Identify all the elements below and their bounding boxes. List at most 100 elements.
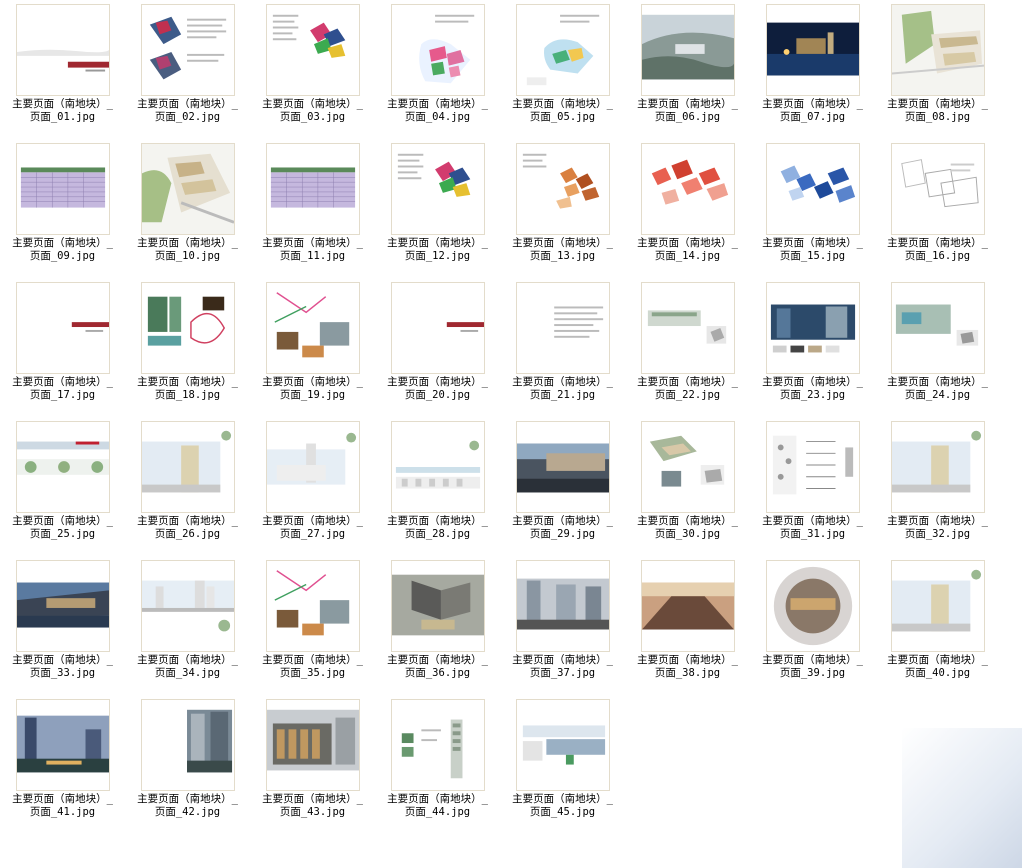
file-thumbnail[interactable]: [766, 4, 860, 96]
file-thumbnail[interactable]: [391, 4, 485, 96]
file-name-label[interactable]: 主要页面（南地块）_ 页面_37.jpg: [500, 654, 625, 679]
file-thumbnail[interactable]: [516, 421, 610, 513]
file-name-label[interactable]: 主要页面（南地块）_ 页面_44.jpg: [375, 793, 500, 818]
file-item[interactable]: 主要页面（南地块）_ 页面_37.jpg: [500, 556, 625, 695]
file-item[interactable]: 主要页面（南地块）_ 页面_31.jpg: [750, 417, 875, 556]
file-name-label[interactable]: 主要页面（南地块）_ 页面_45.jpg: [500, 793, 625, 818]
file-name-label[interactable]: 主要页面（南地块）_ 页面_30.jpg: [625, 515, 750, 540]
file-thumbnail[interactable]: [766, 560, 860, 652]
file-item[interactable]: 主要页面（南地块）_ 页面_16.jpg: [875, 139, 1000, 278]
file-thumbnail[interactable]: [266, 282, 360, 374]
file-item[interactable]: 主要页面（南地块）_ 页面_21.jpg: [500, 278, 625, 417]
file-thumbnail[interactable]: [141, 699, 235, 791]
file-thumbnail[interactable]: [266, 421, 360, 513]
file-item[interactable]: 主要页面（南地块）_ 页面_38.jpg: [625, 556, 750, 695]
file-thumbnail[interactable]: [641, 560, 735, 652]
file-name-label[interactable]: 主要页面（南地块）_ 页面_23.jpg: [750, 376, 875, 401]
file-name-label[interactable]: 主要页面（南地块）_ 页面_42.jpg: [125, 793, 250, 818]
file-thumbnail[interactable]: [266, 699, 360, 791]
file-item[interactable]: 主要页面（南地块）_ 页面_11.jpg: [250, 139, 375, 278]
file-name-label[interactable]: 主要页面（南地块）_ 页面_29.jpg: [500, 515, 625, 540]
file-name-label[interactable]: 主要页面（南地块）_ 页面_06.jpg: [625, 98, 750, 123]
file-item[interactable]: 主要页面（南地块）_ 页面_12.jpg: [375, 139, 500, 278]
file-thumbnail[interactable]: [891, 560, 985, 652]
file-item[interactable]: 主要页面（南地块）_ 页面_35.jpg: [250, 556, 375, 695]
file-thumbnail[interactable]: [141, 4, 235, 96]
file-name-label[interactable]: 主要页面（南地块）_ 页面_12.jpg: [375, 237, 500, 262]
file-thumbnail[interactable]: [391, 282, 485, 374]
file-name-label[interactable]: 主要页面（南地块）_ 页面_18.jpg: [125, 376, 250, 401]
file-thumbnail[interactable]: [891, 4, 985, 96]
file-name-label[interactable]: 主要页面（南地块）_ 页面_32.jpg: [875, 515, 1000, 540]
file-thumbnail[interactable]: [16, 560, 110, 652]
file-item[interactable]: 主要页面（南地块）_ 页面_42.jpg: [125, 695, 250, 834]
file-thumbnail[interactable]: [766, 421, 860, 513]
file-item[interactable]: 主要页面（南地块）_ 页面_08.jpg: [875, 0, 1000, 139]
file-item[interactable]: 主要页面（南地块）_ 页面_25.jpg: [0, 417, 125, 556]
file-name-label[interactable]: 主要页面（南地块）_ 页面_17.jpg: [0, 376, 125, 401]
file-name-label[interactable]: 主要页面（南地块）_ 页面_40.jpg: [875, 654, 1000, 679]
file-name-label[interactable]: 主要页面（南地块）_ 页面_01.jpg: [0, 98, 125, 123]
file-item[interactable]: 主要页面（南地块）_ 页面_45.jpg: [500, 695, 625, 834]
file-name-label[interactable]: 主要页面（南地块）_ 页面_43.jpg: [250, 793, 375, 818]
file-thumbnail[interactable]: [266, 560, 360, 652]
file-thumbnail[interactable]: [641, 4, 735, 96]
file-name-label[interactable]: 主要页面（南地块）_ 页面_35.jpg: [250, 654, 375, 679]
file-name-label[interactable]: 主要页面（南地块）_ 页面_21.jpg: [500, 376, 625, 401]
file-name-label[interactable]: 主要页面（南地块）_ 页面_16.jpg: [875, 237, 1000, 262]
file-thumbnail[interactable]: [891, 421, 985, 513]
file-item[interactable]: 主要页面（南地块）_ 页面_19.jpg: [250, 278, 375, 417]
file-thumbnail[interactable]: [516, 560, 610, 652]
file-item[interactable]: 主要页面（南地块）_ 页面_44.jpg: [375, 695, 500, 834]
file-item[interactable]: 主要页面（南地块）_ 页面_01.jpg: [0, 0, 125, 139]
file-name-label[interactable]: 主要页面（南地块）_ 页面_22.jpg: [625, 376, 750, 401]
file-item[interactable]: 主要页面（南地块）_ 页面_05.jpg: [500, 0, 625, 139]
file-item[interactable]: 主要页面（南地块）_ 页面_14.jpg: [625, 139, 750, 278]
file-item[interactable]: 主要页面（南地块）_ 页面_36.jpg: [375, 556, 500, 695]
file-thumbnail[interactable]: [891, 282, 985, 374]
file-item[interactable]: 主要页面（南地块）_ 页面_07.jpg: [750, 0, 875, 139]
file-thumbnail[interactable]: [141, 421, 235, 513]
file-item[interactable]: 主要页面（南地块）_ 页面_15.jpg: [750, 139, 875, 278]
file-thumbnail[interactable]: [641, 421, 735, 513]
file-item[interactable]: 主要页面（南地块）_ 页面_18.jpg: [125, 278, 250, 417]
file-thumbnail[interactable]: [141, 560, 235, 652]
file-name-label[interactable]: 主要页面（南地块）_ 页面_28.jpg: [375, 515, 500, 540]
file-item[interactable]: 主要页面（南地块）_ 页面_33.jpg: [0, 556, 125, 695]
file-thumbnail[interactable]: [266, 143, 360, 235]
file-item[interactable]: 主要页面（南地块）_ 页面_34.jpg: [125, 556, 250, 695]
file-name-label[interactable]: 主要页面（南地块）_ 页面_31.jpg: [750, 515, 875, 540]
file-name-label[interactable]: 主要页面（南地块）_ 页面_03.jpg: [250, 98, 375, 123]
file-name-label[interactable]: 主要页面（南地块）_ 页面_05.jpg: [500, 98, 625, 123]
file-thumbnail[interactable]: [641, 282, 735, 374]
file-thumbnail[interactable]: [266, 4, 360, 96]
file-thumbnail[interactable]: [891, 143, 985, 235]
file-item[interactable]: 主要页面（南地块）_ 页面_24.jpg: [875, 278, 1000, 417]
file-name-label[interactable]: 主要页面（南地块）_ 页面_07.jpg: [750, 98, 875, 123]
file-name-label[interactable]: 主要页面（南地块）_ 页面_15.jpg: [750, 237, 875, 262]
file-thumbnail[interactable]: [16, 282, 110, 374]
file-name-label[interactable]: 主要页面（南地块）_ 页面_10.jpg: [125, 237, 250, 262]
file-name-label[interactable]: 主要页面（南地块）_ 页面_27.jpg: [250, 515, 375, 540]
file-item[interactable]: 主要页面（南地块）_ 页面_41.jpg: [0, 695, 125, 834]
file-item[interactable]: 主要页面（南地块）_ 页面_20.jpg: [375, 278, 500, 417]
file-item[interactable]: 主要页面（南地块）_ 页面_22.jpg: [625, 278, 750, 417]
file-thumbnail[interactable]: [141, 143, 235, 235]
file-name-label[interactable]: 主要页面（南地块）_ 页面_24.jpg: [875, 376, 1000, 401]
file-thumbnail[interactable]: [641, 143, 735, 235]
file-item[interactable]: 主要页面（南地块）_ 页面_28.jpg: [375, 417, 500, 556]
file-name-label[interactable]: 主要页面（南地块）_ 页面_20.jpg: [375, 376, 500, 401]
file-name-label[interactable]: 主要页面（南地块）_ 页面_08.jpg: [875, 98, 1000, 123]
file-thumbnail[interactable]: [141, 282, 235, 374]
file-thumbnail[interactable]: [516, 143, 610, 235]
file-name-label[interactable]: 主要页面（南地块）_ 页面_33.jpg: [0, 654, 125, 679]
file-thumbnail[interactable]: [391, 699, 485, 791]
file-item[interactable]: 主要页面（南地块）_ 页面_32.jpg: [875, 417, 1000, 556]
file-name-label[interactable]: 主要页面（南地块）_ 页面_19.jpg: [250, 376, 375, 401]
file-item[interactable]: 主要页面（南地块）_ 页面_43.jpg: [250, 695, 375, 834]
file-item[interactable]: 主要页面（南地块）_ 页面_06.jpg: [625, 0, 750, 139]
file-thumbnail[interactable]: [766, 143, 860, 235]
file-name-label[interactable]: 主要页面（南地块）_ 页面_09.jpg: [0, 237, 125, 262]
file-thumbnail[interactable]: [16, 4, 110, 96]
file-item[interactable]: 主要页面（南地块）_ 页面_13.jpg: [500, 139, 625, 278]
